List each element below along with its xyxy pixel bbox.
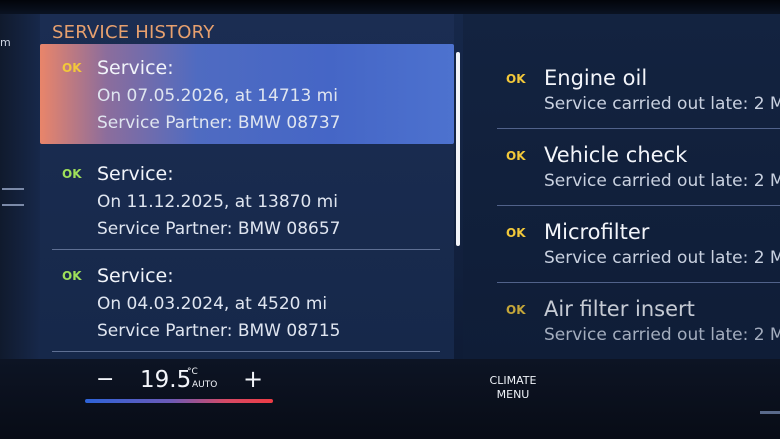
item-detail: Service carried out late: 2 M xyxy=(544,248,780,268)
service-item-microfilter[interactable]: OK Microfilter Service carried out late:… xyxy=(463,206,780,283)
status-badge: OK xyxy=(62,167,82,181)
status-badge: OK xyxy=(62,61,82,75)
entry-date: On 11.12.2025, at 13870 mi xyxy=(97,192,338,212)
item-detail: Service carried out late: 2 M xyxy=(544,94,780,114)
temperature-value: 19.5 xyxy=(140,367,192,393)
item-name: Microfilter xyxy=(544,220,650,244)
page-title: SERVICE HISTORY xyxy=(52,22,215,43)
temperature-control: − 19.5 °C AUTO + xyxy=(83,359,273,403)
climate-mode: AUTO xyxy=(192,380,218,390)
service-item-air-filter[interactable]: OK Air filter insert Service carried out… xyxy=(463,283,780,360)
idrive-display: m SERVICE HISTORY OK Service: On 07.05.2… xyxy=(0,0,780,439)
item-name: Vehicle check xyxy=(544,143,688,167)
climate-menu-button[interactable]: CLIMATE MENU xyxy=(471,374,555,402)
history-entry-2[interactable]: OK Service: On 11.12.2025, at 13870 mi S… xyxy=(40,150,454,250)
history-entry-3[interactable]: OK Service: On 04.03.2024, at 4520 mi Se… xyxy=(40,252,454,352)
entry-partner: Service Partner: BMW 08737 xyxy=(97,113,341,133)
menu-icon xyxy=(2,188,24,206)
edge-indicator xyxy=(760,411,780,414)
climate-menu-line2: MENU xyxy=(496,388,530,401)
top-bezel xyxy=(0,0,780,14)
service-item-engine-oil[interactable]: OK Engine oil Service carried out late: … xyxy=(463,52,780,129)
divider xyxy=(52,249,440,250)
left-sidebar[interactable]: m xyxy=(0,14,40,359)
status-badge: OK xyxy=(506,226,526,240)
service-item-vehicle-check[interactable]: OK Vehicle check Service carried out lat… xyxy=(463,129,780,206)
sidebar-label: m xyxy=(0,36,11,49)
temperature-unit: °C xyxy=(187,367,198,377)
service-history-panel: SERVICE HISTORY OK Service: On 07.05.202… xyxy=(40,14,454,359)
item-detail: Service carried out late: 2 M xyxy=(544,171,780,191)
status-badge: OK xyxy=(506,303,526,317)
item-detail: Service carried out late: 2 M xyxy=(544,325,780,345)
entry-partner: Service Partner: BMW 08715 xyxy=(97,321,341,341)
status-badge: OK xyxy=(506,72,526,86)
temperature-gradient-bar xyxy=(85,399,273,403)
entry-title: Service: xyxy=(97,265,174,287)
status-badge: OK xyxy=(62,269,82,283)
item-name: Air filter insert xyxy=(544,297,695,321)
scrollbar[interactable] xyxy=(456,52,460,246)
divider xyxy=(52,351,440,352)
climate-menu-line1: CLIMATE xyxy=(489,374,537,387)
entry-date: On 07.05.2026, at 14713 mi xyxy=(97,86,338,106)
history-entry-1[interactable]: OK Service: On 07.05.2026, at 14713 mi S… xyxy=(40,44,454,144)
item-name: Engine oil xyxy=(544,66,648,90)
entry-title: Service: xyxy=(97,57,174,79)
entry-date: On 04.03.2024, at 4520 mi xyxy=(97,294,328,314)
entry-partner: Service Partner: BMW 08657 xyxy=(97,219,341,239)
temp-decrease-button[interactable]: − xyxy=(96,367,114,392)
status-badge: OK xyxy=(506,149,526,163)
entry-title: Service: xyxy=(97,163,174,185)
temp-increase-button[interactable]: + xyxy=(243,365,263,393)
service-items-panel: OK Engine oil Service carried out late: … xyxy=(463,14,780,360)
